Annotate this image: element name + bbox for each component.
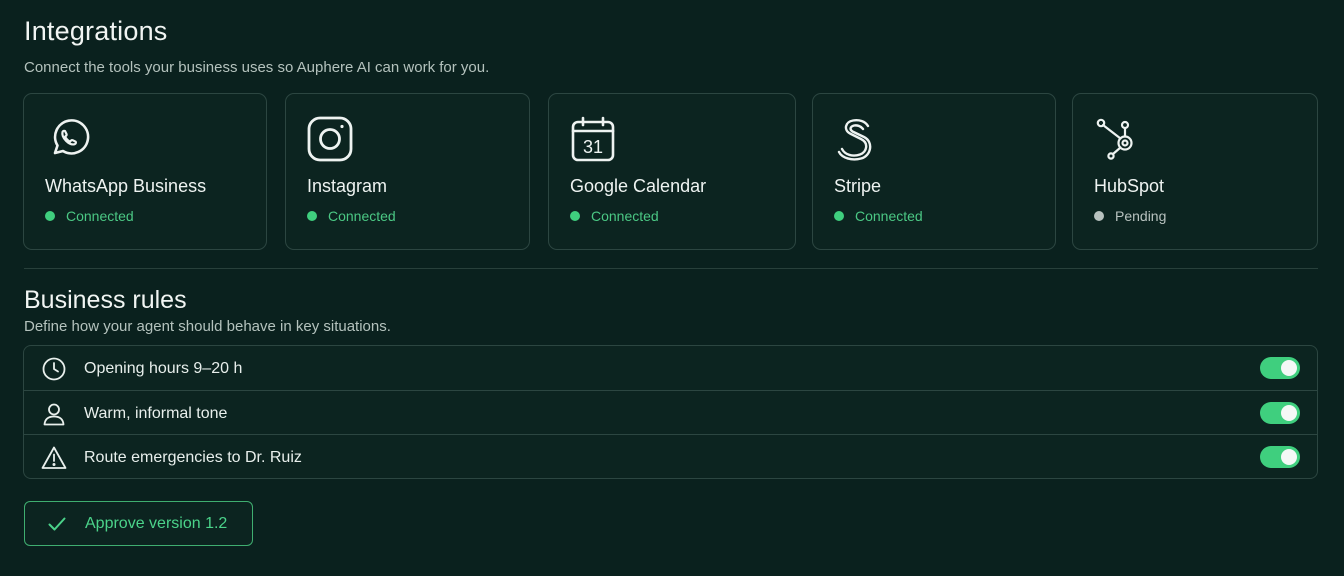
- integrations-subtitle: Connect the tools your business uses so …: [24, 59, 490, 76]
- status-text: Connected: [591, 208, 659, 224]
- status-dot: [834, 211, 844, 221]
- rule-row-opening-hours: Opening hours 9–20 h: [24, 346, 1317, 390]
- calendar-icon: 31: [570, 116, 616, 162]
- integrations-title: Integrations: [24, 16, 168, 46]
- status-text: Connected: [328, 208, 396, 224]
- status-text: Connected: [855, 208, 923, 224]
- rule-row-tone: Warm, informal tone: [24, 390, 1317, 434]
- user-icon: [41, 401, 67, 427]
- status-text: Connected: [66, 208, 134, 224]
- svg-text:31: 31: [583, 137, 603, 157]
- integration-name: Instagram: [307, 176, 388, 196]
- section-divider: [24, 268, 1318, 269]
- toggle-knob: [1281, 449, 1297, 465]
- integrations-page: Integrations Connect the tools your busi…: [0, 0, 1344, 576]
- toggle-knob: [1281, 405, 1297, 421]
- rule-label: Opening hours 9–20 h: [84, 360, 243, 377]
- toggle-knob: [1281, 360, 1297, 376]
- instagram-icon: [307, 116, 353, 162]
- integration-name: HubSpot: [1094, 176, 1165, 196]
- rule-label: Warm, informal tone: [84, 405, 228, 422]
- hubspot-icon: [1094, 116, 1140, 162]
- integration-card-instagram[interactable]: Instagram Connected: [285, 93, 530, 250]
- status-text: Pending: [1115, 208, 1167, 224]
- integration-card-hubspot[interactable]: HubSpot Pending: [1072, 93, 1318, 250]
- whatsapp-icon: [45, 116, 91, 162]
- status-dot: [307, 211, 317, 221]
- rule-label: Route emergencies to Dr. Ruiz: [84, 449, 302, 466]
- warning-icon: [41, 445, 67, 471]
- stripe-icon: [834, 116, 880, 162]
- integration-name: Google Calendar: [570, 176, 707, 196]
- clock-icon: [41, 356, 67, 382]
- business-rules-title: Business rules: [24, 286, 187, 314]
- status-dot: [1094, 211, 1104, 221]
- status-dot: [45, 211, 55, 221]
- rule-row-emergencies: Route emergencies to Dr. Ruiz: [24, 434, 1317, 478]
- check-icon: [47, 514, 67, 534]
- rule-toggle[interactable]: [1260, 402, 1300, 424]
- rule-toggle[interactable]: [1260, 357, 1300, 379]
- integration-card-google-calendar[interactable]: 31 Google Calendar Connected: [548, 93, 796, 250]
- integration-card-stripe[interactable]: Stripe Connected: [812, 93, 1056, 250]
- approve-version-button[interactable]: Approve version 1.2: [24, 501, 253, 546]
- integration-card-whatsapp[interactable]: WhatsApp Business Connected: [23, 93, 267, 250]
- approve-button-label: Approve version 1.2: [85, 515, 228, 532]
- integration-name: Stripe: [834, 176, 882, 196]
- business-rules-list: Opening hours 9–20 h Warm, informal tone: [23, 345, 1318, 479]
- integrations-grid: WhatsApp Business Connected Instagram Co…: [23, 93, 1318, 250]
- business-rules-subtitle: Define how your agent should behave in k…: [24, 318, 391, 335]
- rule-toggle[interactable]: [1260, 446, 1300, 468]
- status-dot: [570, 211, 580, 221]
- integration-name: WhatsApp Business: [45, 176, 207, 196]
